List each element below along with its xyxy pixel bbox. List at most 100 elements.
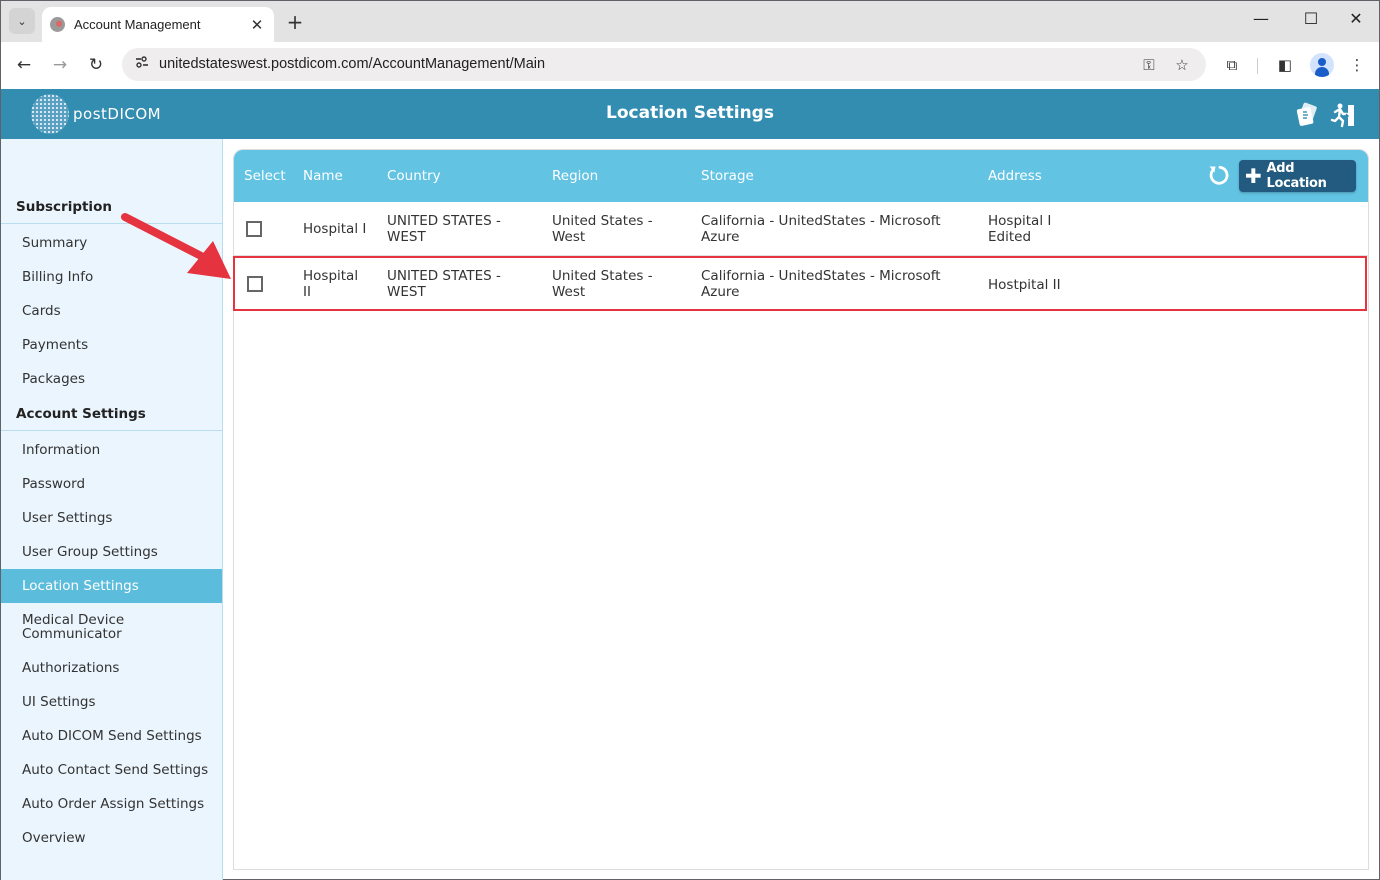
key-icon: ⚿ <box>1143 56 1155 74</box>
sidebar: Subscription Summary Billing Info Cards … <box>1 139 223 880</box>
table-header: Select Name Country Region Storage Addre… <box>234 150 1368 202</box>
documents-button[interactable] <box>1293 101 1321 129</box>
sidebar-item-payments[interactable]: Payments <box>1 328 222 362</box>
row-address: Hospital I Edited <box>988 213 1051 245</box>
arrow-left-icon: ← <box>16 55 32 75</box>
page-title: Location Settings <box>606 103 774 123</box>
sidebar-item-label: Communicator <box>22 626 122 642</box>
sidebar-item-packages[interactable]: Packages <box>1 362 222 396</box>
back-button[interactable]: ← <box>12 53 36 77</box>
row-region: United States - West <box>552 213 653 245</box>
row-select-checkbox[interactable] <box>247 276 263 292</box>
tune-icon <box>136 56 148 68</box>
row-region-line: West <box>552 284 586 300</box>
row-storage-line: California - UnitedStates - Microsoft <box>701 213 941 229</box>
sidebar-item-information[interactable]: Information <box>1 433 222 467</box>
row-address-line: Edited <box>988 229 1032 245</box>
sidebar-item-ui-settings[interactable]: UI Settings <box>1 685 222 719</box>
address-bar[interactable]: unitedstateswest.postdicom.com/AccountMa… <box>122 48 1206 81</box>
sidebar-item-billing-info[interactable]: Billing Info <box>1 260 222 294</box>
table-row-highlighted[interactable]: Hospital II UNITED STATES - WEST United … <box>233 256 1367 311</box>
row-address-line: Hostpital II <box>988 277 1061 293</box>
row-address-line: Hospital I <box>988 213 1052 229</box>
row-storage-line: Azure <box>701 229 740 245</box>
toolbar-divider <box>1257 58 1258 74</box>
refresh-button[interactable] <box>1206 163 1230 187</box>
sidebar-section-account-settings: Account Settings <box>1 397 222 431</box>
sidebar-item-label: Medical Device <box>22 612 125 628</box>
column-header-select: Select <box>244 168 286 184</box>
browser-tab-bar: ⌄ Account Management ✕ + — ☐ ✕ <box>1 1 1379 42</box>
star-icon: ☆ <box>1175 56 1189 74</box>
row-select-checkbox[interactable] <box>246 221 262 237</box>
row-storage: California - UnitedStates - Microsoft Az… <box>701 213 941 245</box>
close-icon[interactable]: ✕ <box>246 16 268 34</box>
sidebar-item-cards[interactable]: Cards <box>1 294 222 328</box>
locations-panel: Select Name Country Region Storage Addre… <box>233 149 1369 870</box>
row-region-line: United States - <box>552 213 653 229</box>
tab-search-button[interactable]: ⌄ <box>9 8 35 34</box>
add-location-button[interactable]: ✚ Add Location <box>1239 160 1356 192</box>
row-country-line: WEST <box>387 229 426 245</box>
sidebar-item-summary[interactable]: Summary <box>1 226 222 260</box>
forward-button[interactable]: → <box>48 53 72 77</box>
column-header-address: Address <box>988 168 1042 184</box>
bookmark-button[interactable]: ☆ <box>1171 54 1193 76</box>
table-row[interactable]: Hospital I UNITED STATES - WEST United S… <box>234 202 1368 256</box>
arrow-right-icon: → <box>52 55 68 75</box>
browser-menu-button[interactable]: ⋮ <box>1346 54 1368 76</box>
sidebar-item-auto-order-assign-settings[interactable]: Auto Order Assign Settings <box>1 787 222 821</box>
url-text[interactable]: unitedstateswest.postdicom.com/AccountMa… <box>159 56 545 72</box>
tab-title: Account Management <box>74 17 201 32</box>
reload-button[interactable]: ↻ <box>84 53 108 77</box>
logout-button[interactable] <box>1329 101 1357 129</box>
puzzle-icon: ⧉ <box>1226 56 1238 74</box>
row-region-line: United States - <box>552 268 653 284</box>
row-address: Hostpital II <box>988 277 1061 293</box>
side-panel-icon: ◧ <box>1277 56 1293 74</box>
sidebar-item-auto-dicom-send-settings[interactable]: Auto DICOM Send Settings <box>1 719 222 753</box>
row-country-line: UNITED STATES - <box>387 268 501 284</box>
sidebar-item-medical-device-communicator[interactable]: Medical Device Communicator <box>1 603 222 647</box>
row-country-line: UNITED STATES - <box>387 213 501 229</box>
row-country: UNITED STATES - WEST <box>387 268 501 300</box>
profile-button[interactable] <box>1310 53 1334 77</box>
sidebar-item-authorizations[interactable]: Authorizations <box>1 651 222 685</box>
row-name: Hospital II <box>303 268 358 300</box>
plus-icon: ✚ <box>1245 164 1262 188</box>
sidebar-item-user-settings[interactable]: User Settings <box>1 501 222 535</box>
favicon-icon <box>50 17 65 32</box>
app-header: postDICOM Location Settings <box>1 89 1379 139</box>
side-panel-button[interactable]: ◧ <box>1274 54 1296 76</box>
row-region: United States - West <box>552 268 653 300</box>
new-tab-button[interactable]: + <box>283 10 307 34</box>
extensions-button[interactable]: ⧉ <box>1221 54 1243 76</box>
column-header-storage: Storage <box>701 168 754 184</box>
row-country-line: WEST <box>387 284 426 300</box>
row-name-line: Hospital <box>303 268 359 284</box>
refresh-icon <box>1209 165 1229 185</box>
sidebar-section-subscription: Subscription <box>1 190 222 224</box>
row-name: Hospital I <box>303 221 366 237</box>
row-name-line: Hospital I <box>303 221 367 237</box>
more-vert-icon: ⋮ <box>1349 56 1365 74</box>
column-header-country: Country <box>387 168 441 184</box>
row-country: UNITED STATES - WEST <box>387 213 501 245</box>
browser-toolbar: ← → ↻ unitedstateswest.postdicom.com/Acc… <box>1 42 1379 89</box>
sidebar-item-user-group-settings[interactable]: User Group Settings <box>1 535 222 569</box>
minimize-button[interactable]: — <box>1246 9 1276 28</box>
sidebar-item-location-settings[interactable]: Location Settings <box>1 569 222 603</box>
row-storage-line: California - UnitedStates - Microsoft <box>701 268 941 284</box>
logout-icon <box>1330 103 1354 128</box>
site-info-button[interactable] <box>132 54 152 74</box>
password-manager-button[interactable]: ⚿ <box>1138 54 1160 76</box>
close-window-button[interactable]: ✕ <box>1341 9 1371 28</box>
maximize-button[interactable]: ☐ <box>1296 9 1326 28</box>
row-storage: California - UnitedStates - Microsoft Az… <box>701 268 941 300</box>
documents-icon <box>1296 102 1317 126</box>
sidebar-item-password[interactable]: Password <box>1 467 222 501</box>
sidebar-item-overview[interactable]: Overview <box>1 821 222 855</box>
sidebar-item-auto-contact-send-settings[interactable]: Auto Contact Send Settings <box>1 753 222 787</box>
add-location-label: Add Location <box>1266 161 1327 191</box>
browser-tab[interactable]: Account Management ✕ <box>42 7 274 42</box>
